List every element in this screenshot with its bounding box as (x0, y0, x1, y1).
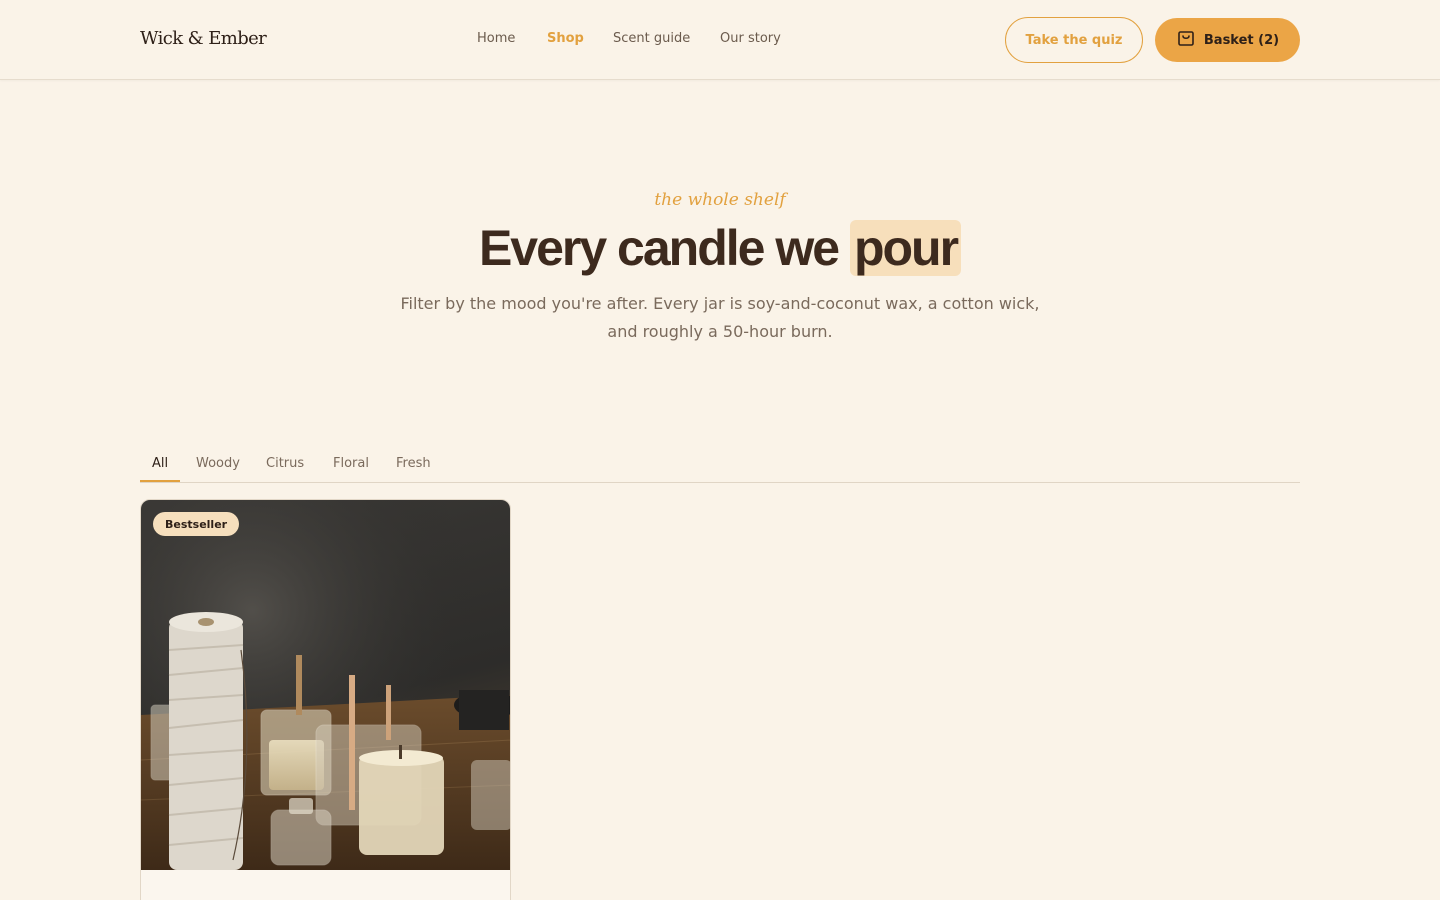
tab-all[interactable]: All (152, 456, 168, 482)
basket-icon (1176, 28, 1196, 52)
filter-tabs: All Woody Citrus Floral Fresh (140, 446, 1300, 483)
basket-label: Basket (2) (1203, 32, 1280, 48)
page-title-highlight: pour (849, 220, 962, 276)
active-tab-indicator (140, 480, 180, 482)
tab-fresh[interactable]: Fresh (396, 456, 431, 482)
site-header: Wick & Ember Home Shop Scent guide Our s… (0, 0, 1440, 80)
page-title: Every candle we pour (0, 218, 1440, 278)
page-title-main: Every candle we (478, 220, 850, 276)
take-quiz-label: Take the quiz (1025, 32, 1123, 48)
nav-item-scent-guide[interactable]: Scent guide (613, 31, 690, 46)
hero-eyebrow: the whole shelf (654, 190, 786, 210)
tab-woody[interactable]: Woody (196, 456, 240, 482)
candle-photo-illustration (141, 500, 510, 870)
take-quiz-button[interactable]: Take the quiz (1005, 17, 1143, 63)
tab-citrus[interactable]: Citrus (266, 456, 304, 482)
nav-item-our-story[interactable]: Our story (720, 31, 781, 46)
hero-subtitle-line-1: Filter by the mood you're after. Every j… (400, 294, 1040, 313)
product-card[interactable]: Bestseller (140, 499, 511, 900)
hero-subtitle-line-2: and roughly a 50-hour burn. (607, 322, 833, 341)
bestseller-badge: Bestseller (153, 512, 240, 536)
nav-item-shop[interactable]: Shop (547, 31, 584, 46)
product-image: Bestseller (141, 500, 510, 870)
nav-item-home[interactable]: Home (477, 31, 515, 46)
hero-subtitle: Filter by the mood you're after. Every j… (380, 290, 1060, 346)
tab-floral[interactable]: Floral (333, 456, 369, 482)
basket-button[interactable]: Basket (2) (1155, 18, 1300, 62)
